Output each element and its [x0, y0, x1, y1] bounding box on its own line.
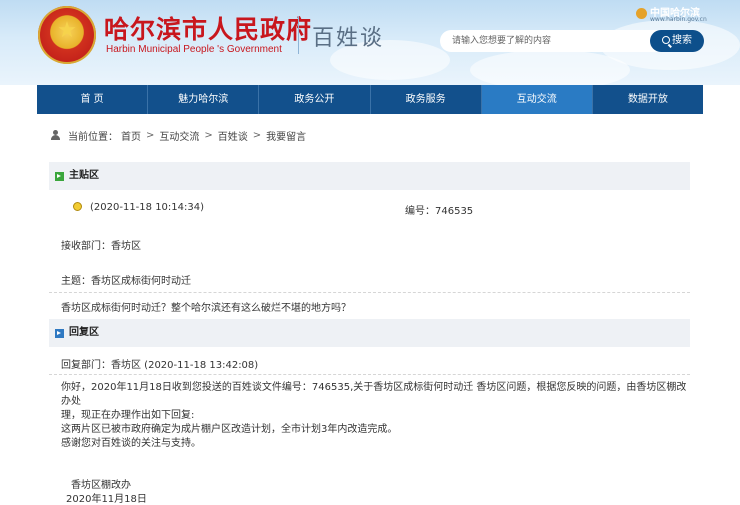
user-icon: [50, 130, 61, 141]
search-input[interactable]: [452, 32, 642, 50]
breadcrumb-leave-message[interactable]: 我要留言: [266, 128, 306, 143]
divider: [49, 374, 690, 375]
breadcrumb: 当前位置： 首页 > 互动交流 > 百姓谈 > 我要留言: [50, 128, 306, 143]
nav-item-charm-harbin[interactable]: 魅力哈尔滨: [148, 85, 260, 114]
reply-line: 你好，2020年11月18日收到您投送的百姓谈文件编号：746535,关于香坊区…: [61, 382, 687, 407]
post-dept: 接收部门：香坊区: [61, 241, 141, 252]
breadcrumb-separator: >: [252, 130, 262, 141]
divider: [49, 292, 690, 293]
reply-section-icon: [55, 328, 64, 338]
post-body: 香坊区成标街何时动迁？整个哈尔滨还有这么破烂不堪的地方吗？: [61, 303, 351, 314]
nav-item-home[interactable]: 首 页: [37, 85, 149, 114]
reply-section-label: 回复区: [69, 327, 99, 338]
reply-meta: 回复部门：香坊区 (2020-11-18 13:42:08): [61, 360, 259, 371]
breadcrumb-home[interactable]: 首页: [121, 128, 141, 143]
portal-url: www.harbin.gov.cn: [650, 16, 707, 23]
site-header: ★ 哈尔滨市人民政府 Harbin Municipal People 's Go…: [0, 0, 740, 85]
column-title: 百姓谈: [312, 26, 385, 51]
search-box: 搜索: [440, 30, 704, 52]
main-nav: 首 页 魅力哈尔滨 政务公开 政务服务 互动交流 数据开放: [37, 85, 703, 114]
post-section-icon: [55, 171, 64, 181]
nav-item-open-data[interactable]: 数据开放: [593, 85, 703, 114]
post-subject: 主题：香坊区成标街何时动迁: [61, 276, 191, 287]
post-datetime-row: (2020-11-18 10:14:34): [73, 202, 204, 213]
breadcrumb-separator: >: [204, 130, 213, 141]
nav-item-gov-info[interactable]: 政务公开: [259, 85, 371, 114]
post-number: 编号：746535: [405, 206, 474, 217]
breadcrumb-separator: >: [146, 130, 155, 141]
search-icon: [662, 36, 670, 44]
nav-item-gov-service[interactable]: 政务服务: [371, 85, 482, 114]
breadcrumb-prefix: 当前位置：: [68, 132, 118, 143]
header-divider: [298, 16, 299, 54]
reply-date: 2020年11月18日: [66, 494, 147, 505]
site-title[interactable]: 哈尔滨市人民政府: [104, 10, 312, 46]
post-datetime: (2020-11-18 10:14:34): [90, 202, 205, 213]
search-button-label: 搜索: [672, 35, 692, 46]
breadcrumb-baixingtan[interactable]: 百姓谈: [218, 128, 248, 143]
site-subtitle: Harbin Municipal People 's Government: [106, 44, 282, 55]
reply-line: 这两片区已被市政府确定为成片棚户区改造计划，全市计划3年内改造完成。: [61, 424, 398, 435]
reply-signature: 香坊区棚改办: [71, 480, 131, 491]
post-section-header: 主贴区: [49, 162, 690, 190]
portal-logo-icon: [636, 7, 647, 19]
reply-line: 感谢您对百姓谈的关注与支持。: [61, 438, 201, 449]
nav-item-interaction[interactable]: 互动交流: [481, 85, 593, 114]
national-emblem-icon: ★: [38, 6, 96, 64]
reply-line: 理，现正在办理作出如下回复:: [61, 410, 195, 421]
reply-section-header: 回复区: [49, 319, 690, 347]
reply-body: 你好，2020年11月18日收到您投送的百姓谈文件编号：746535,关于香坊区…: [61, 381, 691, 451]
smiley-icon: [73, 202, 82, 211]
breadcrumb-interaction[interactable]: 互动交流: [159, 128, 199, 143]
search-button[interactable]: 搜索: [650, 30, 704, 52]
post-section-label: 主贴区: [69, 170, 99, 181]
